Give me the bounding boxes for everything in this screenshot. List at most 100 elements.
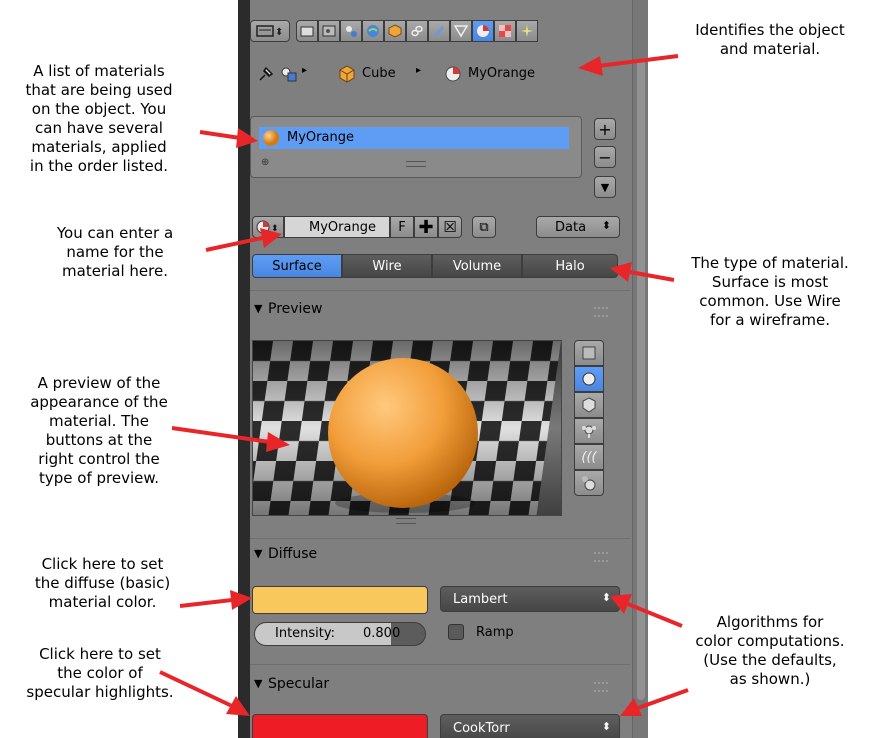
slot-specials-button[interactable]: ▼ — [594, 176, 616, 198]
cube-icon[interactable] — [574, 392, 604, 418]
material-slot-list[interactable]: MyOrange ⊕ — [250, 116, 582, 178]
diffuse-shader-select[interactable]: Lambert ⬍ — [440, 586, 620, 612]
fake-user-button[interactable]: F — [390, 216, 414, 238]
tab-halo[interactable]: Halo — [522, 254, 618, 278]
updown-arrows-icon: ⬍ — [601, 720, 611, 733]
close-icon: ☒ — [443, 218, 457, 236]
specular-shader-select[interactable]: CookTorr ⬍ — [440, 714, 620, 738]
monkey-icon[interactable] — [574, 418, 604, 444]
scene-tab-icon[interactable] — [318, 20, 340, 42]
diffuse-color-swatch[interactable] — [252, 586, 428, 614]
sphere-sky-icon[interactable] — [574, 470, 604, 496]
material-preview-image — [252, 340, 562, 516]
svg-text:⬍: ⬍ — [271, 224, 279, 234]
tab-surface[interactable]: Surface — [252, 254, 342, 278]
scrollbar-thumb[interactable] — [637, 60, 645, 700]
note-material-type: The type of material. Surface is most co… — [691, 254, 849, 329]
material-slot-item[interactable]: MyOrange — [259, 127, 569, 149]
plus-icon: ✚ — [418, 216, 434, 238]
render-tab-icon[interactable] — [296, 20, 318, 42]
world-tab-icon[interactable] — [340, 20, 362, 42]
preview-resize-handle[interactable] — [396, 518, 416, 524]
note-specular: Click here to set the color of specular … — [26, 645, 174, 701]
diffuse-section-title[interactable]: Diffuse — [268, 546, 317, 562]
properties-context-tabs — [296, 20, 636, 42]
link-data-select[interactable]: Data ⬍ — [536, 216, 620, 238]
list-resize-handle[interactable] — [406, 161, 426, 167]
panel-left-border — [238, 0, 250, 738]
particles-tab-icon[interactable] — [516, 20, 538, 42]
material-tab-icon[interactable] — [472, 20, 494, 42]
browse-material-button[interactable]: ⬍ — [252, 216, 284, 238]
svg-text:⬍: ⬍ — [275, 27, 283, 38]
remove-slot-button[interactable]: − — [594, 146, 616, 168]
updown-arrows-icon: ⬍ — [601, 591, 611, 604]
section-divider — [250, 664, 630, 665]
diffuse-intensity-slider[interactable]: Intensity: 0.800 — [254, 622, 426, 646]
specular-drag-handle[interactable] — [594, 682, 608, 692]
texture-tab-icon[interactable] — [494, 20, 516, 42]
add-slot-button[interactable]: + — [594, 118, 616, 140]
modifiers-tab-icon[interactable] — [428, 20, 450, 42]
ramp-checkbox[interactable] — [448, 624, 464, 640]
material-properties-panel: ⬍ ▸ Cube ▸ MyOrange MyOrange ⊕ + − ▼ ⬍ M… — [238, 0, 648, 738]
section-divider — [250, 290, 630, 291]
diffuse-shader-value: Lambert — [453, 591, 508, 607]
breadcrumb-material: MyOrange — [468, 66, 535, 81]
note-algorithms: Algorithms for color computations. (Use … — [695, 613, 845, 688]
tab-halo-label: Halo — [555, 258, 585, 274]
breadcrumb: ▸ Cube ▸ MyOrange — [250, 62, 630, 88]
section-divider — [250, 538, 630, 539]
preview-section-title[interactable]: Preview — [268, 301, 323, 317]
tab-wire-label: Wire — [372, 258, 402, 274]
constraints-tab-icon[interactable] — [406, 20, 428, 42]
breadcrumb-object: Cube — [362, 66, 396, 81]
material-name-text[interactable]: MyOrange — [309, 220, 376, 235]
new-material-button[interactable]: ✚ — [414, 216, 438, 238]
specular-section-title[interactable]: Specular — [268, 676, 329, 692]
sphere-icon[interactable] — [574, 366, 604, 392]
list-expand-icon[interactable]: ⊕ — [261, 157, 269, 168]
world-globe-tab-icon[interactable] — [362, 20, 384, 42]
tab-wire[interactable]: Wire — [342, 254, 432, 278]
unlink-material-button[interactable]: ☒ — [438, 216, 462, 238]
specular-shader-value: CookTorr — [453, 720, 510, 736]
editor-type-button[interactable]: ⬍ — [250, 20, 290, 42]
panel-scrollbar[interactable] — [632, 0, 648, 738]
pin-icon[interactable] — [256, 64, 276, 84]
material-name-field[interactable]: MyOrange — [284, 216, 390, 238]
orange-material-preview-icon — [263, 130, 279, 146]
note-diffuse: Click here to set the diffuse (basic) ma… — [34, 555, 171, 611]
specular-collapse-icon[interactable]: ▼ — [254, 677, 262, 690]
breadcrumb-arrow-icon: ▸ — [416, 65, 422, 76]
intensity-value: 0.800 — [363, 626, 401, 641]
note-material-name: You can enter a name for the material he… — [56, 224, 174, 280]
material-browse-icon: ⬍ — [256, 220, 279, 234]
fake-user-label: F — [398, 219, 406, 235]
cube-object-icon — [339, 65, 355, 83]
diffuse-drag-handle[interactable] — [594, 552, 608, 562]
note-identifies: Identifies the object and material. — [695, 21, 845, 58]
breadcrumb-arrow-icon: ▸ — [302, 65, 308, 76]
object-tab-icon[interactable] — [384, 20, 406, 42]
hair-icon[interactable]: ((( — [574, 444, 604, 470]
copy-icon: ⧉ — [479, 219, 489, 235]
plus-icon: + — [598, 119, 612, 139]
data-tab-icon[interactable] — [450, 20, 472, 42]
note-material-list: A list of materials that are being used … — [25, 62, 173, 175]
intensity-label: Intensity: — [275, 626, 336, 641]
copy-material-button[interactable]: ⧉ — [472, 216, 496, 238]
preview-drag-handle[interactable] — [594, 307, 608, 317]
updown-arrows-icon: ⬍ — [601, 219, 611, 232]
specular-color-swatch[interactable] — [252, 714, 428, 738]
diffuse-collapse-icon[interactable]: ▼ — [254, 547, 262, 560]
flat-icon[interactable] — [574, 340, 604, 366]
properties-editor-icon: ⬍ — [256, 25, 283, 38]
preview-collapse-icon[interactable]: ▼ — [254, 302, 262, 315]
preview-shape-buttons: ((( — [574, 340, 604, 520]
material-icon — [445, 66, 461, 82]
tab-volume[interactable]: Volume — [432, 254, 522, 278]
down-triangle-icon: ▼ — [600, 180, 610, 194]
note-preview: A preview of the appearance of the mater… — [30, 374, 168, 487]
scene-icon — [281, 67, 297, 82]
